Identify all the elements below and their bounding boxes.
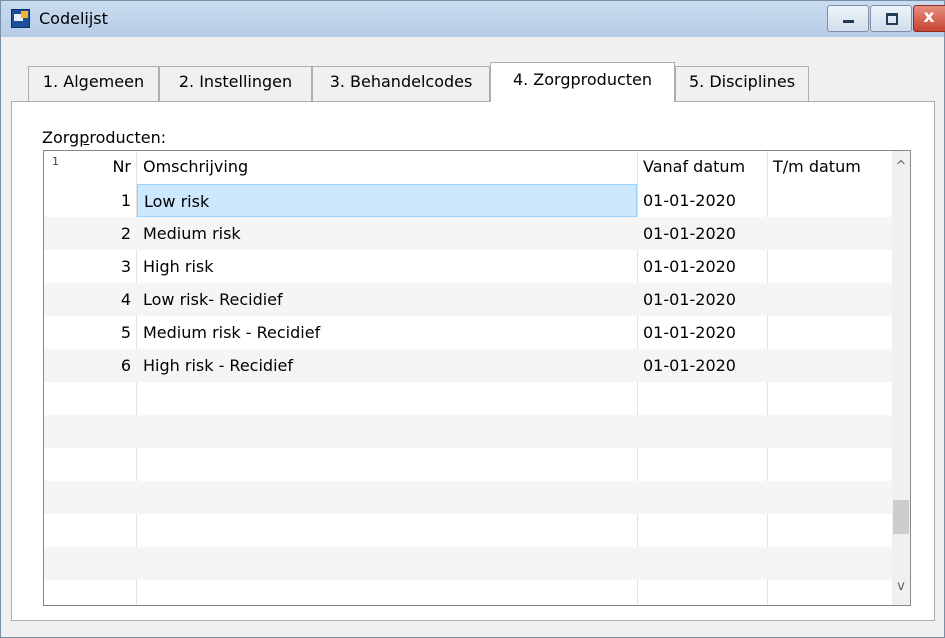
table-row[interactable]: 1 Low risk 01-01-2020: [44, 184, 892, 217]
app-icon: [11, 9, 30, 28]
table-row[interactable]: 3 High risk 01-01-2020: [44, 250, 892, 283]
scrollbar-thumb[interactable]: [893, 500, 909, 534]
cell-nr: 3: [120, 257, 131, 276]
empty-row: [44, 448, 892, 481]
cell-nr: 4: [120, 290, 131, 309]
maximize-button[interactable]: [870, 5, 912, 32]
empty-row: [44, 514, 892, 547]
title-bar[interactable]: Codelijst x: [1, 1, 945, 37]
cell-tm-datum: [767, 283, 892, 316]
cell-vanaf-datum: 01-01-2020: [643, 356, 736, 375]
table-row[interactable]: 5 Medium risk - Recidief 01-01-2020: [44, 316, 892, 349]
tab-behandelcodes[interactable]: 3. Behandelcodes: [312, 66, 490, 102]
table-row[interactable]: 2 Medium risk 01-01-2020: [44, 217, 892, 250]
cell-tm-datum: [767, 250, 892, 283]
zorgproducten-label: Zorgproducten:: [42, 128, 166, 147]
cell-omschrijving[interactable]: Low risk: [137, 184, 637, 217]
cell-tm-datum: [767, 316, 892, 349]
zorgproducten-grid[interactable]: 1 Nr Omschrijving Vanaf datum T/m datum …: [43, 150, 911, 606]
codelijst-window: Codelijst x 1. Algemeen 2. Instellingen …: [0, 0, 945, 638]
window-title: Codelijst: [39, 9, 108, 28]
tab-algemeen[interactable]: 1. Algemeen: [28, 66, 159, 102]
minimize-button[interactable]: [827, 5, 869, 32]
tab-bar: 1. Algemeen 2. Instellingen 3. Behandelc…: [1, 62, 944, 102]
cell-omschrijving[interactable]: Medium risk: [137, 217, 637, 250]
cell-tm-datum: [767, 349, 892, 382]
vertical-scrollbar[interactable]: ^ v: [892, 151, 910, 605]
cell-tm-datum: [767, 184, 892, 217]
cell-vanaf-datum: 01-01-2020: [643, 257, 736, 276]
close-icon: x: [923, 7, 935, 27]
cell-nr: 2: [120, 224, 131, 243]
label-part: Zorg: [42, 128, 80, 147]
empty-row: [44, 580, 892, 605]
cell-tm-datum: [767, 217, 892, 250]
scroll-up-icon[interactable]: ^: [892, 155, 910, 179]
cell-omschrijving[interactable]: Low risk- Recidief: [137, 283, 637, 316]
cell-nr: 1: [120, 191, 131, 210]
column-header-tm-datum[interactable]: T/m datum: [767, 151, 892, 184]
cell-omschrijving[interactable]: Medium risk - Recidief: [137, 316, 637, 349]
table-row[interactable]: 6 High risk - Recidief 01-01-2020: [44, 349, 892, 382]
cell-omschrijving[interactable]: High risk - Recidief: [137, 349, 637, 382]
cell-vanaf-datum: 01-01-2020: [643, 191, 736, 210]
table-row[interactable]: 4 Low risk- Recidief 01-01-2020: [44, 283, 892, 316]
cell-vanaf-datum: 01-01-2020: [643, 224, 736, 243]
empty-row: [44, 481, 892, 514]
cell-nr: 5: [120, 323, 131, 342]
empty-row: [44, 415, 892, 448]
cell-nr: 6: [120, 356, 131, 375]
empty-row: [44, 547, 892, 580]
label-part: roducten:: [89, 128, 167, 147]
close-button[interactable]: x: [913, 5, 945, 32]
column-header-omschrijving[interactable]: Omschrijving: [137, 151, 637, 184]
column-header-vanaf-datum[interactable]: Vanaf datum: [637, 151, 767, 184]
empty-row: [44, 382, 892, 415]
cell-vanaf-datum: 01-01-2020: [643, 323, 736, 342]
tab-zorgproducten[interactable]: 4. Zorgproducten: [490, 62, 675, 102]
zorgproducten-panel: Zorgproducten: 1 Nr Omschrijving Vanaf d…: [11, 101, 935, 621]
column-header-nr[interactable]: Nr: [44, 151, 136, 184]
label-accelerator: p: [79, 128, 90, 147]
tab-disciplines[interactable]: 5. Disciplines: [675, 66, 809, 102]
cell-omschrijving[interactable]: High risk: [137, 250, 637, 283]
tab-instellingen[interactable]: 2. Instellingen: [159, 66, 312, 102]
grid-header-row: 1 Nr Omschrijving Vanaf datum T/m datum: [44, 151, 892, 184]
cell-vanaf-datum: 01-01-2020: [643, 290, 736, 309]
scroll-down-icon[interactable]: v: [892, 575, 910, 599]
